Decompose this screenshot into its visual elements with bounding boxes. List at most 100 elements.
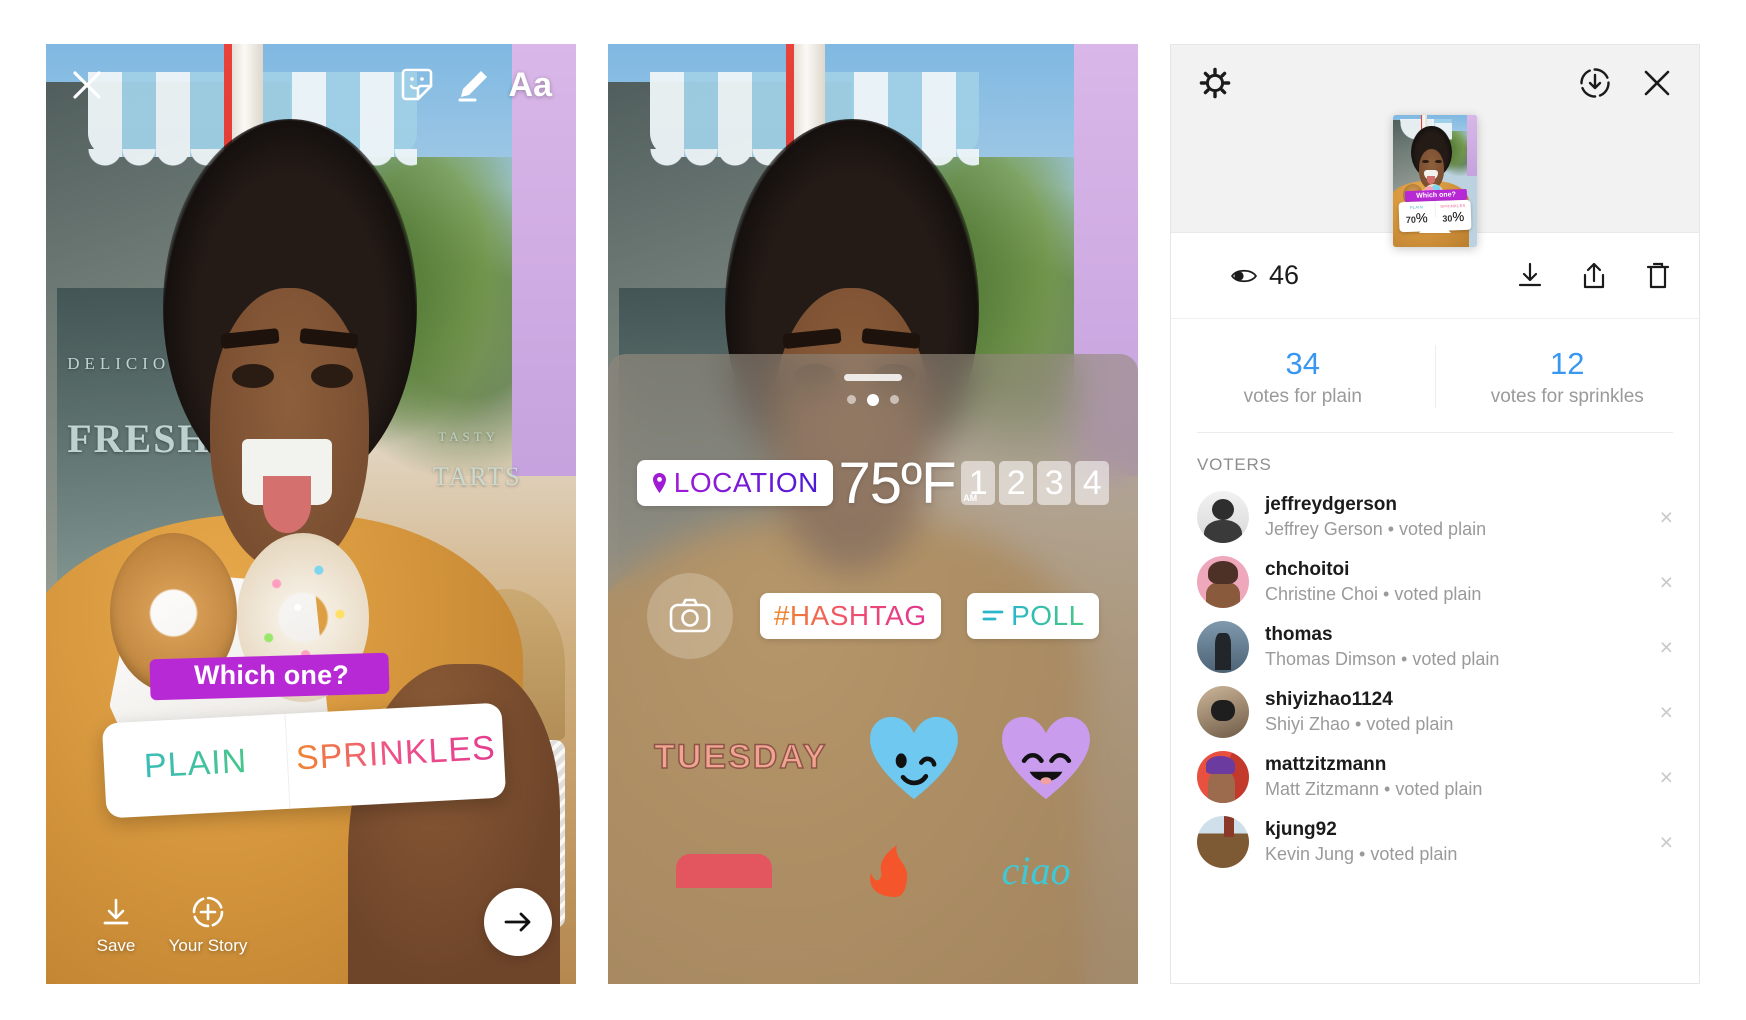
storefront-sign-delicious: DELICIO xyxy=(67,354,171,374)
winking-heart-sticker[interactable] xyxy=(868,715,960,801)
composer-bottom-bar: Save Your Story xyxy=(46,888,576,984)
save-label: Save xyxy=(96,936,136,955)
vote-summary: 34 votes for plain 12 votes for sprinkle… xyxy=(1171,319,1699,432)
partial-rounded-sticker[interactable] xyxy=(675,853,772,888)
vote-stat-sprinkles: 12 votes for sprinkles xyxy=(1434,345,1700,408)
vote-label-sprinkles: votes for sprinkles xyxy=(1490,385,1644,407)
arrow-right-icon xyxy=(500,904,536,940)
storefront-sign-tarts: TARTS xyxy=(432,462,522,492)
camera-icon xyxy=(668,596,712,636)
poll-options[interactable]: PLAIN SPRINKLES xyxy=(101,702,507,819)
voter-username[interactable]: chchoitoi xyxy=(1265,558,1634,583)
download-circle-icon[interactable] xyxy=(1579,67,1611,99)
avatar xyxy=(1197,686,1249,739)
avatar xyxy=(1197,621,1249,674)
location-sticker[interactable]: LOCATION xyxy=(636,460,833,506)
remove-voter-icon[interactable]: × xyxy=(1650,504,1673,531)
remove-voter-icon[interactable]: × xyxy=(1650,829,1673,856)
thumbnail-poll-left-label: PLAIN xyxy=(1409,204,1424,210)
voter-username[interactable]: kjung92 xyxy=(1265,818,1634,843)
voter-username[interactable]: shiyizhao1124 xyxy=(1265,688,1634,713)
trash-icon[interactable] xyxy=(1643,261,1673,291)
remove-voter-icon[interactable]: × xyxy=(1650,764,1673,791)
voter-username[interactable]: thomas xyxy=(1265,623,1634,648)
close-icon[interactable] xyxy=(70,68,104,102)
download-icon[interactable] xyxy=(1515,261,1545,291)
voter-row[interactable]: jeffreydgerson Jeffrey Gerson • voted pl… xyxy=(1171,485,1699,550)
tray-dot-3[interactable] xyxy=(890,395,899,404)
save-button[interactable]: Save xyxy=(70,896,162,956)
thumbnail-poll-right-label: SPRINKLES xyxy=(1440,202,1466,209)
thumbnail-caret xyxy=(1419,217,1451,233)
next-button[interactable] xyxy=(484,888,552,956)
views-count: 46 xyxy=(1269,260,1300,290)
voters-list[interactable]: jeffreydgerson Jeffrey Gerson • voted pl… xyxy=(1171,485,1699,983)
voter-username[interactable]: mattzitzmann xyxy=(1265,753,1634,778)
close-icon[interactable] xyxy=(1641,67,1673,99)
voter-row[interactable]: chchoitoi Christine Choi • voted plain × xyxy=(1171,550,1699,615)
remove-voter-icon[interactable]: × xyxy=(1650,569,1673,596)
poll-option-plain[interactable]: PLAIN xyxy=(102,714,290,818)
location-sticker-label: LOCATION xyxy=(673,467,819,498)
voter-subtitle: Thomas Dimson • voted plain xyxy=(1265,649,1500,670)
voter-row[interactable]: kjung92 Kevin Jung • voted plain × xyxy=(1171,810,1699,875)
voters-section-title: VOTERS xyxy=(1197,454,1272,474)
temperature-sticker[interactable]: 75ºF xyxy=(838,450,956,517)
avatar xyxy=(1197,491,1249,544)
tray-drag-handle[interactable] xyxy=(844,374,902,381)
sticker-tray-panel: LOCATION 75ºF AM 1 2 3 4 #HASHTAG POLL T… xyxy=(608,44,1138,984)
voter-row[interactable]: shiyizhao1124 Shiyi Zhao • voted plain × xyxy=(1171,680,1699,745)
location-pin-icon xyxy=(651,472,668,494)
clock-digit-2-value: 2 xyxy=(1006,463,1026,502)
sticker-tray[interactable]: LOCATION 75ºF AM 1 2 3 4 #HASHTAG POLL T… xyxy=(608,354,1138,984)
remove-voter-icon[interactable]: × xyxy=(1650,699,1673,726)
vote-count-sprinkles: 12 xyxy=(1550,346,1585,381)
views-counter: 46 xyxy=(1197,260,1299,291)
thumbnail-poll-right-sym: % xyxy=(1452,208,1465,225)
partial-flame-icon[interactable] xyxy=(855,844,919,897)
tray-dot-2[interactable] xyxy=(867,393,879,406)
poll-sticker-label: POLL xyxy=(1011,599,1085,631)
voter-subtitle: Kevin Jung • voted plain xyxy=(1265,844,1458,865)
poll-sticker-option[interactable]: POLL xyxy=(967,592,1099,639)
your-story-label: Your Story xyxy=(168,936,248,955)
thumbnail-poll-left-pct: 70 xyxy=(1405,214,1417,226)
hashtag-sticker-label: #HASHTAG xyxy=(773,599,927,631)
voter-subtitle: Jeffrey Gerson • voted plain xyxy=(1265,519,1487,540)
voter-row[interactable]: thomas Thomas Dimson • voted plain × xyxy=(1171,615,1699,680)
clock-sticker[interactable]: AM 1 2 3 4 xyxy=(961,461,1110,505)
marker-pen-icon[interactable] xyxy=(453,66,491,104)
avatar xyxy=(1197,751,1249,804)
clock-digit-3-value: 3 xyxy=(1044,463,1064,502)
camera-sticker[interactable] xyxy=(647,572,734,659)
tuesday-sticker[interactable]: TUESDAY xyxy=(653,737,827,777)
composer-toolbar: Aa xyxy=(46,44,576,126)
vote-label-plain: votes for plain xyxy=(1243,385,1362,407)
clock-am-label: AM xyxy=(963,493,978,503)
poll-bars-icon xyxy=(981,606,1005,626)
share-up-icon[interactable] xyxy=(1579,261,1609,291)
text-tool-label[interactable]: Aa xyxy=(509,68,552,102)
eye-icon xyxy=(1231,267,1257,285)
poll-option-sprinkles[interactable]: SPRINKLES xyxy=(284,702,507,809)
clock-digit-4: 4 xyxy=(1075,461,1110,505)
tray-dot-1[interactable] xyxy=(847,395,856,404)
clock-digit-3: 3 xyxy=(1037,461,1072,505)
hashtag-sticker[interactable]: #HASHTAG xyxy=(759,592,941,639)
poll-sticker[interactable]: Which one? PLAIN SPRINKLES xyxy=(101,652,507,819)
story-composer-panel: DELICIO FRESH PIES TASTY TARTS Aa Which … xyxy=(46,44,576,984)
voter-row[interactable]: mattzitzmann Matt Zitzmann • voted plain… xyxy=(1171,745,1699,810)
remove-voter-icon[interactable]: × xyxy=(1650,634,1673,661)
clock-digit-2: 2 xyxy=(999,461,1034,505)
your-story-button[interactable]: Your Story xyxy=(162,894,254,956)
voter-username[interactable]: jeffreydgerson xyxy=(1265,493,1634,518)
smiling-heart-sticker[interactable] xyxy=(1000,715,1092,801)
voter-subtitle: Christine Choi • voted plain xyxy=(1265,584,1482,605)
download-icon xyxy=(99,896,133,930)
story-photo: DELICIO FRESH PIES TASTY TARTS xyxy=(46,44,576,984)
sticker-face-icon[interactable] xyxy=(399,67,435,103)
poll-question: Which one? xyxy=(168,652,375,701)
partial-script-sticker[interactable]: ciao xyxy=(1002,847,1071,894)
gear-icon[interactable] xyxy=(1199,67,1231,99)
screenshot-root: DELICIO FRESH PIES TASTY TARTS Aa Which … xyxy=(0,0,1746,1020)
